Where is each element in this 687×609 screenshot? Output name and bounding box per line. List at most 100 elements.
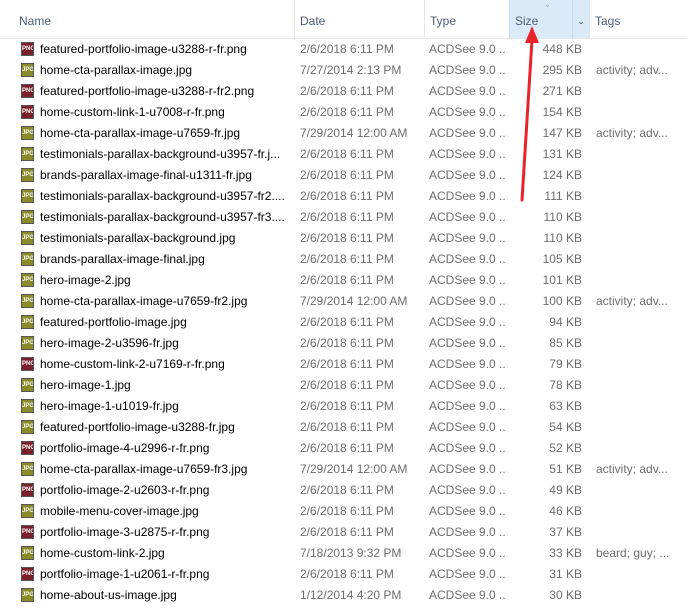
file-row[interactable]: JPG home-cta-parallax-image-u7659-fr.jpg 7… [0,123,687,144]
file-date: 2/6/2018 6:11 PM [300,210,394,224]
file-name: hero-image-1-u1019-fr.jpg [40,399,179,413]
file-size: 33 KB [549,546,582,560]
jpg-file-icon: JPG [21,336,34,350]
jpg-file-icon: JPG [21,294,34,308]
file-row[interactable]: JPG featured-portfolio-image.jpg 2/6/2018 … [0,312,687,333]
file-size: 110 KB [543,210,582,224]
jpg-file-icon: JPG [21,63,34,77]
png-file-icon: PNG [21,357,34,371]
file-row[interactable]: PNG home-custom-link-2-u7169-r-fr.png 2/6/… [0,354,687,375]
jpg-file-icon: JPG [21,126,34,140]
file-row[interactable]: PNG portfolio-image-2-u2603-r-fr.png 2/6/2… [0,480,687,501]
file-row[interactable]: JPG mobile-menu-cover-image.jpg 2/6/2018 6… [0,501,687,522]
file-type: ACDSee 9.0 ... [429,567,507,581]
file-size: 79 KB [549,357,582,371]
file-row[interactable]: JPG testimonials-parallax-background-u395… [0,144,687,165]
file-size: 110 KB [543,231,582,245]
file-row[interactable]: JPG testimonials-parallax-background-u395… [0,186,687,207]
file-row[interactable]: JPG home-about-us-image.jpg 1/12/2014 4:20… [0,585,687,606]
file-row[interactable]: PNG portfolio-image-3-u2875-r-fr.png 2/6/2… [0,522,687,543]
png-file-icon: PNG [21,441,34,455]
jpg-file-icon: JPG [21,588,34,602]
file-date: 1/12/2014 4:20 PM [300,588,402,602]
jpg-file-icon: JPG [21,168,34,182]
column-header-date[interactable]: Date [294,0,424,38]
jpg-file-icon: JPG [21,231,34,245]
file-size: 101 KB [542,273,582,287]
jpg-file-icon: JPG [21,315,34,329]
file-size: 111 KB [544,189,582,203]
column-header-size[interactable]: Size ˇ ⌄ [509,0,589,38]
file-row[interactable]: JPG testimonials-parallax-background-u395… [0,207,687,228]
file-name: portfolio-image-4-u2996-r-fr.png [40,441,210,455]
file-name: mobile-menu-cover-image.jpg [40,504,199,518]
file-type: ACDSee 9.0 ... [429,357,507,371]
file-type: ACDSee 9.0 ... [429,189,507,203]
file-row[interactable]: PNG featured-portfolio-image-u3288-r-fr2.… [0,81,687,102]
file-name: home-cta-parallax-image-u7659-fr2.jpg [40,294,248,308]
file-date: 2/6/2018 6:11 PM [300,147,394,161]
jpg-file-icon: JPG [21,147,34,161]
file-row[interactable]: JPG home-cta-parallax-image-u7659-fr2.jpg… [0,291,687,312]
file-row[interactable]: JPG hero-image-2-u3596-fr.jpg 2/6/2018 6:1… [0,333,687,354]
file-type: ACDSee 9.0 ... [429,231,507,245]
file-name: home-about-us-image.jpg [40,588,177,602]
file-size: 78 KB [549,378,582,392]
file-name: home-cta-parallax-image.jpg [40,63,193,77]
column-header-date-label: Date [300,14,326,28]
file-row[interactable]: JPG hero-image-1-u1019-fr.jpg 2/6/2018 6:1… [0,396,687,417]
file-row[interactable]: JPG hero-image-1.jpg 2/6/2018 6:11 PM ACDSe… [0,375,687,396]
file-size: 124 KB [542,168,582,182]
sort-descending-icon: ˇ [546,4,549,14]
file-name: testimonials-parallax-background-u3957-f… [40,189,285,203]
column-header-tags-label: Tags [595,14,621,28]
file-list: PNG featured-portfolio-image-u3288-r-fr.p… [0,39,687,606]
column-header-tags[interactable]: Tags [589,0,687,38]
file-name: home-cta-parallax-image-u7659-fr3.jpg [40,462,248,476]
file-tags: beard; guy; ... [596,546,670,560]
file-type: ACDSee 9.0 ... [429,42,507,56]
file-row[interactable]: PNG featured-portfolio-image-u3288-r-fr.p… [0,39,687,60]
column-header-type[interactable]: Type [424,0,509,38]
file-date: 2/6/2018 6:11 PM [300,42,394,56]
file-type: ACDSee 9.0 ... [429,336,507,350]
file-size: 54 KB [549,420,582,434]
file-size: 94 KB [549,315,582,329]
file-name: testimonials-parallax-background.jpg [40,231,236,245]
file-date: 2/6/2018 6:11 PM [300,315,394,329]
file-size: 49 KB [549,483,582,497]
file-type: ACDSee 9.0 ... [429,441,507,455]
file-size: 52 KB [549,441,582,455]
file-type: ACDSee 9.0 ... [429,504,507,518]
jpg-file-icon: JPG [21,399,34,413]
file-size: 63 KB [549,399,582,413]
file-row[interactable]: PNG home-custom-link-1-u7008-r-fr.png 2/6/… [0,102,687,123]
file-row[interactable]: JPG brands-parallax-image-final-u1311-fr.… [0,165,687,186]
file-name: featured-portfolio-image-u3288-r-fr.png [40,42,247,56]
file-type: ACDSee 9.0 ... [429,525,507,539]
file-row[interactable]: JPG home-cta-parallax-image.jpg 7/27/2014 … [0,60,687,81]
file-size: 105 KB [542,252,582,266]
file-name: testimonials-parallax-background-u3957-f… [40,210,285,224]
file-row[interactable]: JPG featured-portfolio-image-u3288-fr.jpg… [0,417,687,438]
jpg-file-icon: JPG [21,504,34,518]
file-row[interactable]: PNG portfolio-image-1-u2061-r-fr.png 2/6/2… [0,564,687,585]
file-row[interactable]: PNG portfolio-image-4-u2996-r-fr.png 2/6/2… [0,438,687,459]
column-header-name[interactable]: Name [14,0,294,38]
file-date: 7/27/2014 2:13 PM [300,63,402,77]
file-size: 30 KB [549,588,582,602]
file-date: 2/6/2018 6:11 PM [300,273,394,287]
file-size: 85 KB [549,336,582,350]
file-size: 147 KB [542,126,582,140]
file-date: 2/6/2018 6:11 PM [300,420,394,434]
chevron-down-icon[interactable]: ⌄ [572,0,589,38]
file-name: hero-image-2.jpg [40,273,131,287]
file-row[interactable]: JPG testimonials-parallax-background.jpg 2… [0,228,687,249]
file-type: ACDSee 9.0 ... [429,252,507,266]
file-row[interactable]: JPG brands-parallax-image-final.jpg 2/6/20… [0,249,687,270]
file-row[interactable]: JPG home-custom-link-2.jpg 7/18/2013 9:32 … [0,543,687,564]
file-row[interactable]: JPG hero-image-2.jpg 2/6/2018 6:11 PM ACDSe… [0,270,687,291]
file-size: 100 KB [542,294,582,308]
file-row[interactable]: JPG home-cta-parallax-image-u7659-fr3.jpg… [0,459,687,480]
file-date: 2/6/2018 6:11 PM [300,105,394,119]
